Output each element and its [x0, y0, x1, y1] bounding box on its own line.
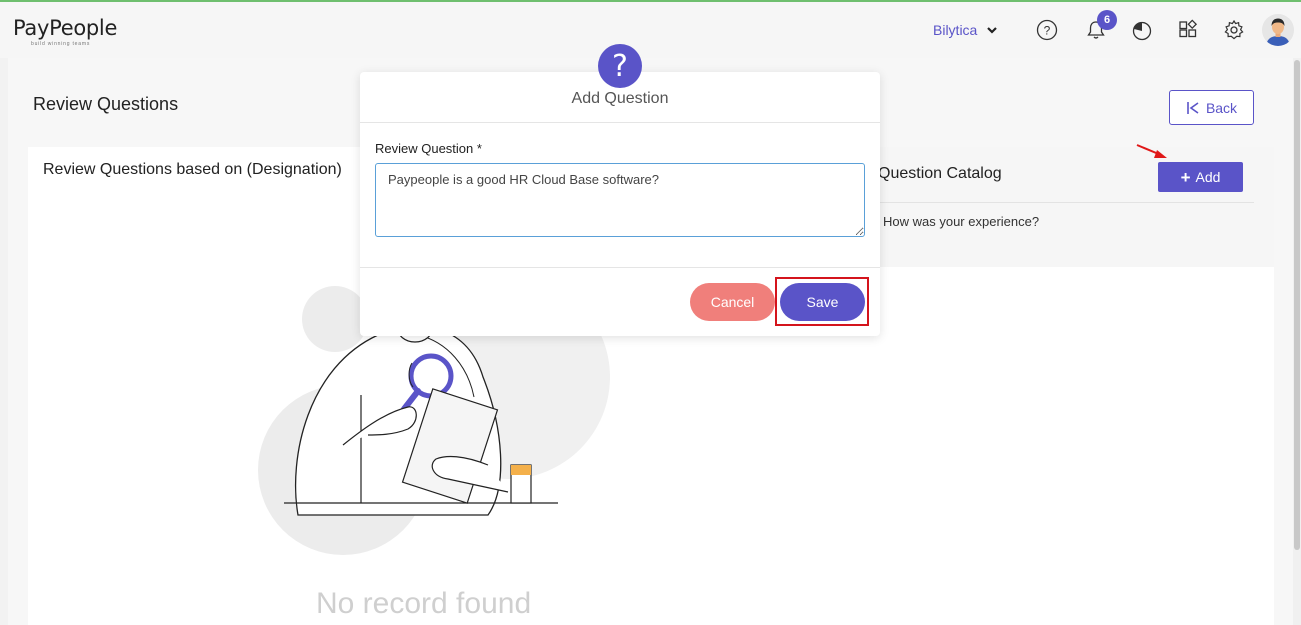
designation-panel-title: Review Questions based on (Designation)	[43, 161, 342, 178]
red-arrow-annotation	[1136, 144, 1167, 158]
scrollbar[interactable]	[1293, 58, 1301, 625]
company-name: Bilytica	[933, 22, 978, 38]
logo-tagline: build winning teams	[31, 41, 91, 47]
pie-chart-icon[interactable]	[1130, 18, 1154, 42]
back-label: Back	[1205, 99, 1238, 116]
question-mark-icon: ?	[598, 44, 642, 88]
catalog-question-item[interactable]: How was your experience?	[883, 214, 1039, 229]
notification-badge: 6	[1097, 10, 1117, 30]
back-icon	[1187, 101, 1199, 114]
logo[interactable]: PayPeople build winning teams	[13, 16, 118, 47]
company-selector[interactable]: Bilytica	[933, 22, 999, 38]
page-title: Review Questions	[33, 94, 179, 114]
add-label: Add	[1195, 169, 1221, 185]
chevron-down-icon	[987, 27, 998, 34]
top-bar: PayPeople build winning teams Bilytica ?…	[0, 0, 1301, 58]
no-record-text: No record found	[316, 587, 532, 620]
settings-icon[interactable]	[1222, 18, 1246, 42]
modal-header-divider	[360, 122, 880, 123]
modal-title: Add Question	[571, 90, 669, 107]
save-highlight-annotation	[775, 277, 869, 326]
plus-icon: +	[1180, 167, 1191, 187]
catalog-divider	[878, 202, 1254, 203]
back-button[interactable]: Back	[1169, 90, 1254, 125]
apps-grid-icon[interactable]	[1176, 18, 1200, 42]
add-question-button[interactable]: + Add	[1158, 162, 1243, 192]
user-avatar[interactable]	[1262, 14, 1294, 46]
svg-text:?: ?	[1044, 24, 1051, 38]
review-question-field[interactable]: Paypeople is a good HR Cloud Base softwa…	[375, 163, 865, 237]
cancel-button[interactable]: Cancel	[690, 283, 775, 321]
catalog-title: Question Catalog	[878, 165, 1002, 182]
modal-footer-divider	[360, 267, 880, 268]
help-icon[interactable]: ?	[1035, 18, 1059, 42]
review-question-label: Review Question *	[375, 141, 482, 156]
logo-text: PayPeople	[13, 16, 118, 40]
scrollbar-thumb[interactable]	[1294, 60, 1300, 550]
